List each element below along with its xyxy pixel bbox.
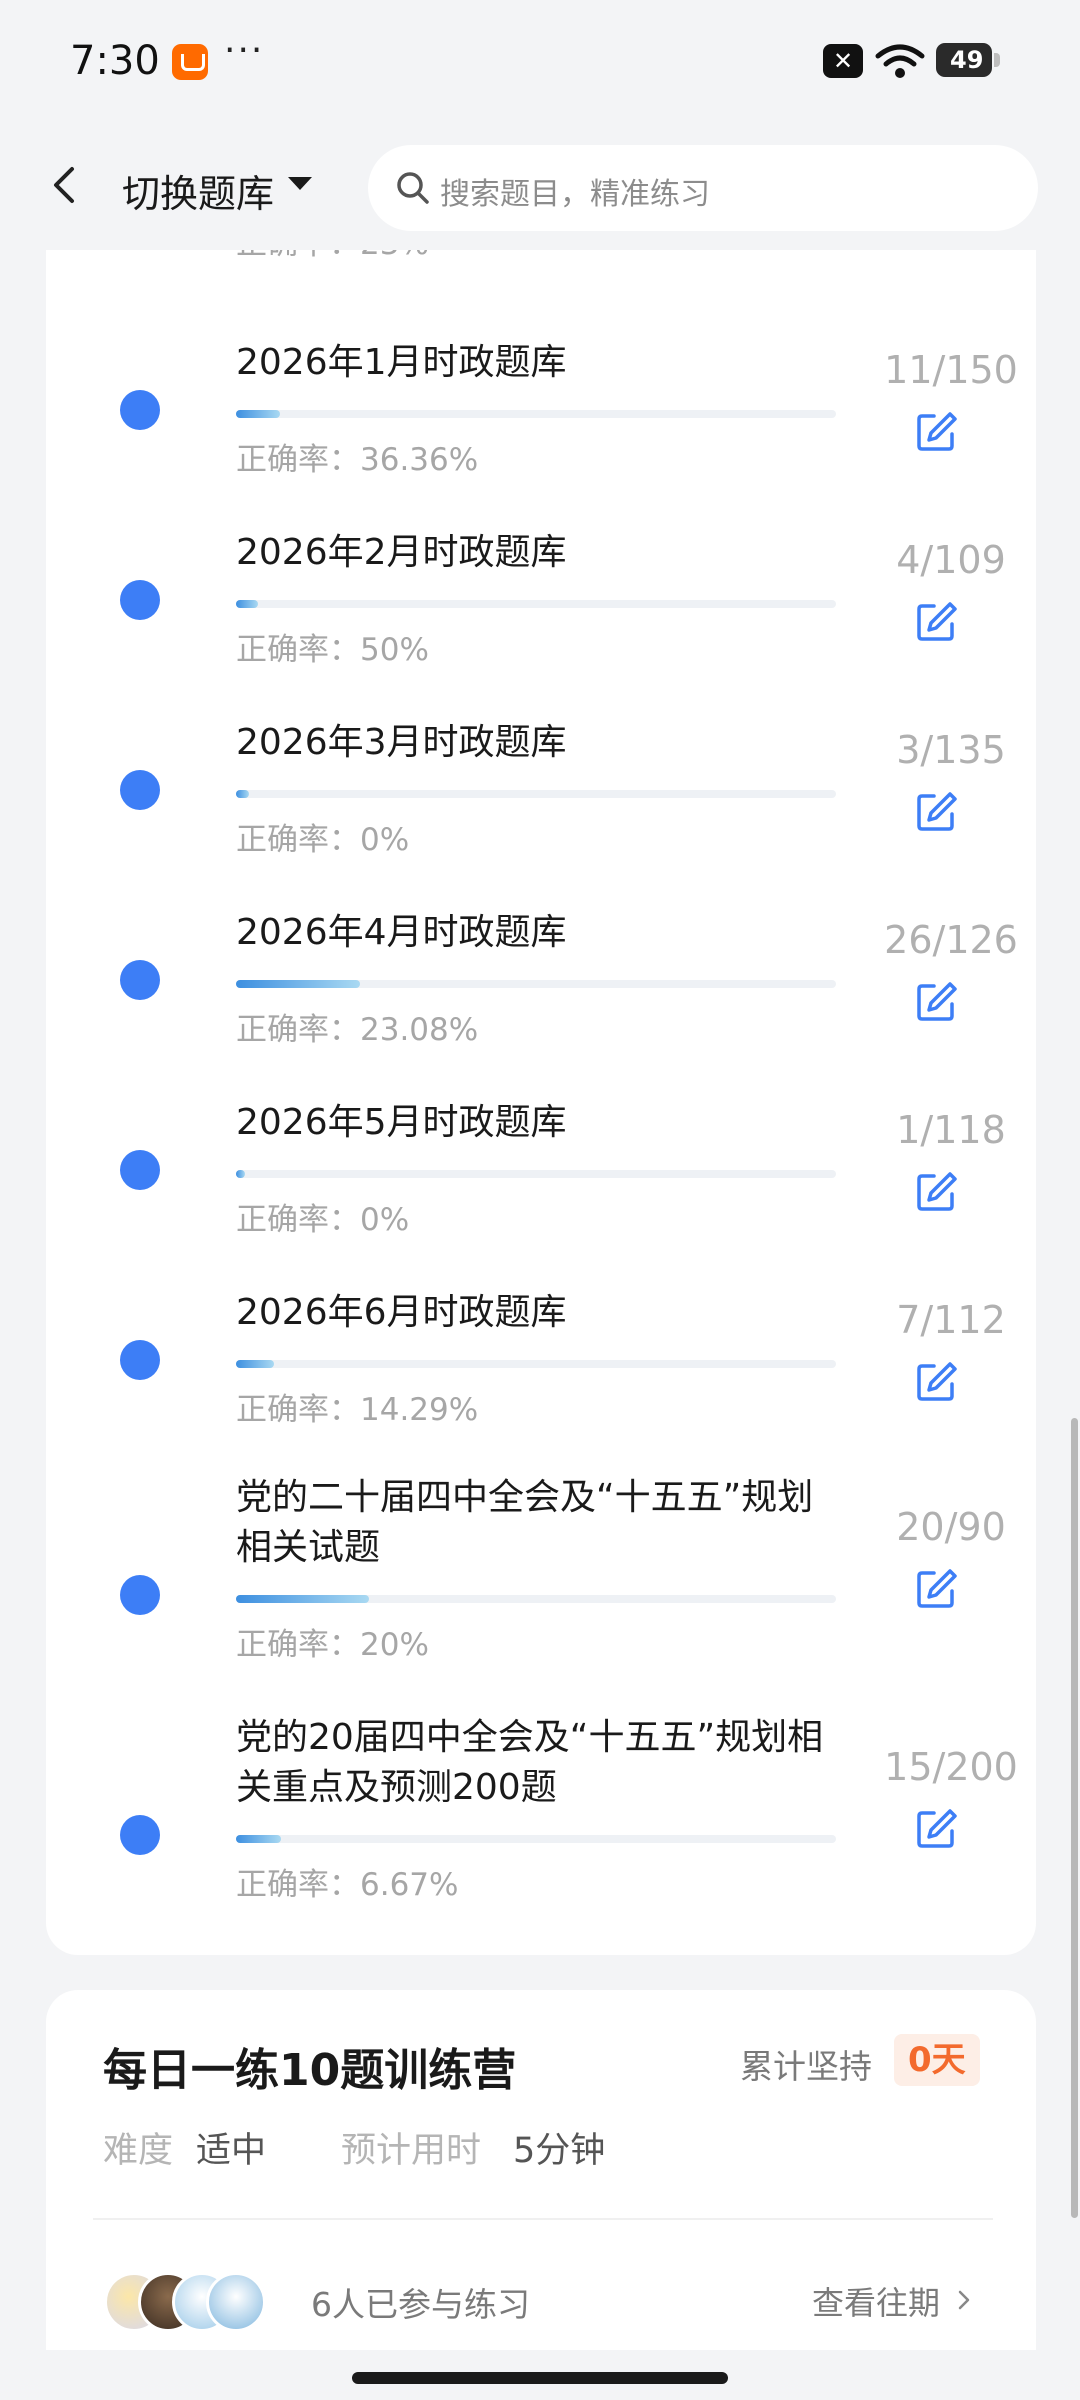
answered-count: 1/118: [896, 1108, 1006, 1152]
accuracy-text: 正确率：0%: [236, 822, 410, 858]
status-dot-icon: [120, 390, 160, 430]
progress-fill: [236, 600, 259, 608]
status-dot-icon: [120, 1340, 160, 1380]
bank-row[interactable]: 2026年6月时政题库正确率：14.29% 7/112: [46, 1280, 1036, 1450]
status-dot-icon: [120, 770, 160, 810]
edit-practice-icon[interactable]: [914, 600, 958, 644]
home-indicator[interactable]: [352, 2372, 728, 2384]
difficulty-value: 适中: [196, 2131, 267, 2171]
shopping-app-icon: [172, 44, 208, 80]
status-dot-icon: [120, 1815, 160, 1855]
bank-title[interactable]: 2026年4月时政题库: [236, 908, 846, 958]
switch-bank-button[interactable]: 切换题库: [122, 163, 274, 218]
battery-icon: 49: [936, 43, 1000, 77]
back-arrow-icon[interactable]: [46, 165, 86, 205]
persist-days-badge: 0天: [894, 2034, 980, 2086]
difficulty-label: 难度: [103, 2131, 174, 2171]
progress-fill: [236, 1170, 245, 1178]
daily-practice-card[interactable]: 每日一练10题训练营 累计坚持 0天 难度 适中 预计用时 5分钟 6人已参与练…: [46, 1990, 1036, 2350]
time-value: 5分钟: [513, 2131, 606, 2171]
answered-count: 11/150: [884, 348, 1018, 392]
progress-bar: [236, 410, 836, 418]
progress-fill: [236, 1360, 274, 1368]
progress-fill: [236, 1835, 281, 1843]
page: 7:30 ··· ✕ 49 正确率：23% 2026年1月时政题库正确率：36.…: [0, 0, 1080, 2400]
edit-practice-icon[interactable]: [914, 1170, 958, 1214]
edit-practice-icon[interactable]: [914, 1360, 958, 1404]
progress-bar: [236, 1595, 836, 1603]
answered-count: 7/112: [896, 1298, 1006, 1342]
progress-bar: [236, 600, 836, 608]
no-sim-icon: ✕: [823, 44, 863, 78]
progress-bar: [236, 790, 836, 798]
accuracy-text: 正确率：36.36%: [236, 442, 479, 478]
participants-count: 6人已参与练习: [311, 2285, 530, 2324]
progress-fill: [236, 790, 250, 798]
status-bar: 7:30 ··· ✕ 49: [0, 0, 1080, 125]
bank-row[interactable]: 党的二十届四中全会及“十五五”规划相关试题正确率：20% 20/90: [46, 1465, 1036, 1685]
scrollbar[interactable]: [1071, 1418, 1078, 2218]
answered-count: 4/109: [896, 538, 1006, 582]
edit-practice-icon[interactable]: [914, 1807, 958, 1851]
time-label: 预计用时: [341, 2131, 482, 2171]
search-placeholder: 搜索题目，精准练习: [440, 177, 710, 212]
progress-bar: [236, 1360, 836, 1368]
search-input[interactable]: 搜索题目，精准练习: [368, 145, 1038, 231]
status-dot-icon: [120, 960, 160, 1000]
edit-practice-icon[interactable]: [914, 980, 958, 1024]
answered-count: 3/135: [896, 728, 1006, 772]
avatar: [206, 2272, 266, 2332]
progress-bar: [236, 1170, 836, 1178]
bank-row[interactable]: 2026年1月时政题库正确率：36.36% 11/150: [46, 330, 1036, 500]
camp-title: 每日一练10题训练营: [103, 2045, 517, 2096]
answered-count: 26/126: [884, 918, 1018, 962]
status-dot-icon: [120, 1575, 160, 1615]
caret-down-icon[interactable]: [288, 177, 312, 190]
question-bank-list: 正确率：23% 2026年1月时政题库正确率：36.36%11/1502026年…: [46, 190, 1036, 1955]
persist-label: 累计坚持: [740, 2047, 872, 2086]
bank-row[interactable]: 党的20届四中全会及“十五五”规划相关重点及预测200题正确率：6.67% 15/…: [46, 1705, 1036, 1925]
bank-row[interactable]: 2026年2月时政题库正确率：50% 4/109: [46, 520, 1036, 690]
bank-title[interactable]: 党的20届四中全会及“十五五”规划相关重点及预测200题: [236, 1713, 846, 1813]
bank-title[interactable]: 2026年3月时政题库: [236, 718, 846, 768]
accuracy-text: 正确率：23.08%: [236, 1012, 479, 1048]
bank-row[interactable]: 2026年4月时政题库正确率：23.08% 26/126: [46, 900, 1036, 1070]
accuracy-text: 正确率：0%: [236, 1202, 410, 1238]
bank-title[interactable]: 党的二十届四中全会及“十五五”规划相关试题: [236, 1473, 846, 1573]
accuracy-text: 正确率：50%: [236, 632, 429, 668]
more-notifications-icon: ···: [224, 30, 265, 71]
edit-practice-icon[interactable]: [914, 790, 958, 834]
progress-fill: [236, 1595, 370, 1603]
bank-title[interactable]: 2026年1月时政题库: [236, 338, 846, 388]
status-time: 7:30: [70, 38, 160, 84]
bank-title[interactable]: 2026年2月时政题库: [236, 528, 846, 578]
chevron-right-icon[interactable]: [954, 2290, 974, 2310]
progress-fill: [236, 410, 280, 418]
accuracy-text: 正确率：6.67%: [236, 1867, 459, 1903]
search-icon: [397, 172, 429, 204]
bank-row[interactable]: 2026年3月时政题库正确率：0% 3/135: [46, 710, 1036, 880]
edit-practice-icon[interactable]: [914, 1567, 958, 1611]
divider: [93, 2218, 993, 2220]
progress-bar: [236, 1835, 836, 1843]
bank-title[interactable]: 2026年6月时政题库: [236, 1288, 846, 1338]
accuracy-text: 正确率：14.29%: [236, 1392, 479, 1428]
answered-count: 15/200: [884, 1745, 1018, 1789]
edit-practice-icon[interactable]: [914, 410, 958, 454]
bank-title[interactable]: 2026年5月时政题库: [236, 1098, 846, 1148]
participant-avatars: [104, 2272, 284, 2332]
progress-bar: [236, 980, 836, 988]
progress-fill: [236, 980, 360, 988]
answered-count: 20/90: [896, 1505, 1006, 1549]
bank-row[interactable]: 2026年5月时政题库正确率：0% 1/118: [46, 1090, 1036, 1260]
top-header: 切换题库 搜索题目，精准练习: [0, 125, 1080, 250]
accuracy-text: 正确率：20%: [236, 1627, 429, 1663]
status-dot-icon: [120, 1150, 160, 1190]
view-history-link[interactable]: 查看往期: [812, 2278, 940, 2324]
wifi-icon: [875, 44, 925, 78]
status-dot-icon: [120, 580, 160, 620]
